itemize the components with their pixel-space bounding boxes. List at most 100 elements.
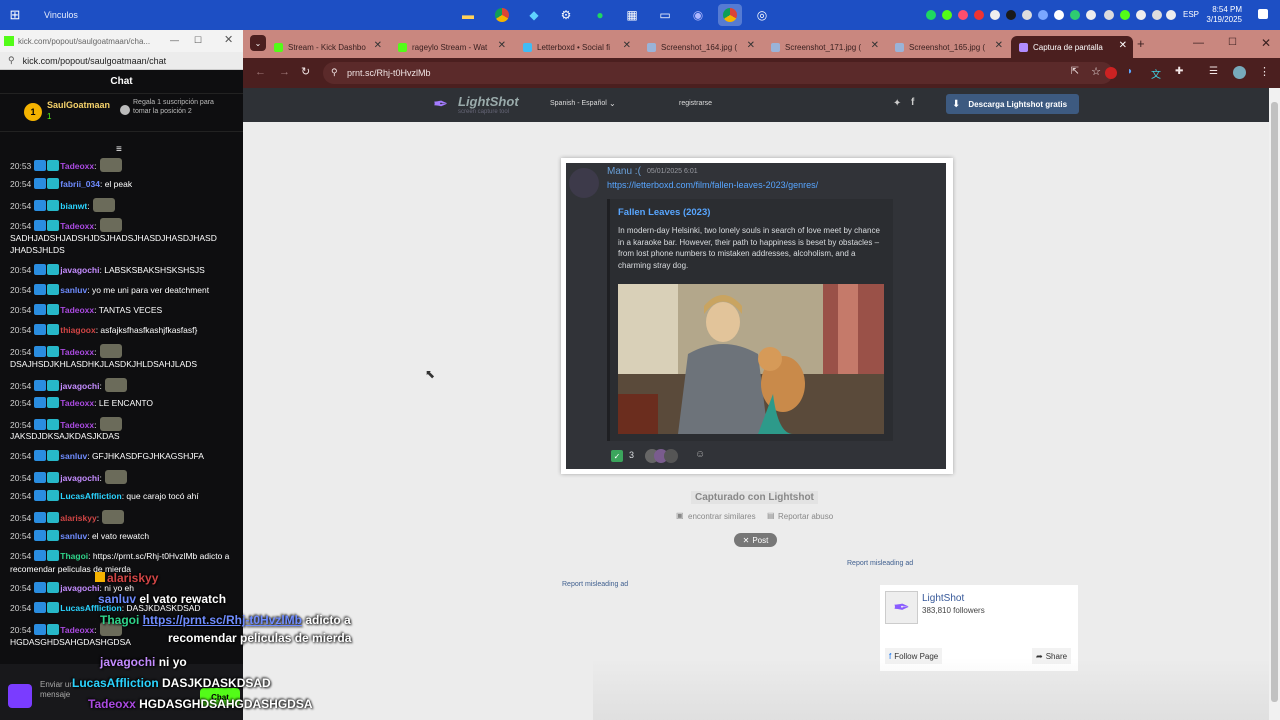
- fb-page-name[interactable]: LightShot: [922, 593, 964, 604]
- lightshot-page-icon[interactable]: ✒: [885, 591, 918, 624]
- file-explorer-icon[interactable]: ▬: [456, 4, 480, 26]
- extensions-puzzle-icon[interactable]: ✚: [1175, 66, 1183, 77]
- chat-username[interactable]: javagochi: [60, 473, 99, 483]
- network-icon[interactable]: [1166, 10, 1176, 20]
- language-select[interactable]: Spanish - Español: [550, 100, 607, 107]
- new-tab-icon[interactable]: +: [1137, 36, 1145, 51]
- report-ad-link[interactable]: Report misleading ad: [847, 560, 913, 567]
- avatar[interactable]: [1233, 66, 1246, 79]
- tray-spotify-icon[interactable]: [926, 10, 936, 20]
- report-abuse-link[interactable]: Reportar abuso: [778, 512, 833, 521]
- minimize-icon[interactable]: —: [170, 35, 179, 45]
- site-info-icon[interactable]: ⚲: [8, 55, 15, 66]
- find-similar-link[interactable]: encontrar similares: [688, 512, 756, 521]
- app-window-icon[interactable]: ▭: [653, 4, 677, 26]
- tray-app5-icon[interactable]: [1070, 10, 1080, 20]
- gear-icon[interactable]: [1086, 10, 1096, 20]
- chrome-active-icon[interactable]: [718, 4, 742, 26]
- chat-username[interactable]: Tadeoxx: [60, 398, 94, 408]
- chat-username[interactable]: javagochi: [60, 265, 99, 275]
- notification-icon[interactable]: [1258, 9, 1268, 19]
- tray-kick-icon[interactable]: [942, 10, 952, 20]
- chat-username[interactable]: Tadeoxx: [60, 161, 94, 171]
- chat-username[interactable]: fabrii_034: [60, 179, 100, 189]
- tray-record-icon[interactable]: [974, 10, 984, 20]
- discord-icon[interactable]: ◉: [686, 4, 710, 26]
- chat-username[interactable]: sanluv: [60, 451, 87, 461]
- tab-close-icon[interactable]: ✕: [623, 40, 631, 51]
- tray-nvidia-icon[interactable]: [1006, 10, 1016, 20]
- chat-username[interactable]: Tadeoxx: [60, 221, 94, 231]
- browser-tab[interactable]: Screenshot_165.jpg (✕: [887, 36, 1009, 58]
- tab-close-icon[interactable]: ✕: [374, 40, 382, 51]
- extension-2-icon[interactable]: ◗: [1127, 66, 1133, 77]
- maximize-icon[interactable]: ☐: [194, 35, 202, 46]
- steam-icon[interactable]: ⚙: [554, 4, 578, 26]
- x-post-button[interactable]: ✕ Post: [734, 533, 777, 547]
- wifi-icon[interactable]: [1136, 10, 1146, 20]
- taskbar-folder-label[interactable]: Vinculos: [44, 10, 78, 20]
- tray-app3-icon[interactable]: [1022, 10, 1032, 20]
- register-link[interactable]: registrarse: [679, 100, 712, 107]
- clock[interactable]: 8:54 PM 3/19/2025: [1206, 5, 1242, 25]
- browser-tab[interactable]: Screenshot_164.jpg (✕: [639, 36, 761, 58]
- close-icon[interactable]: ✕: [1261, 36, 1271, 50]
- mic-icon[interactable]: [1054, 10, 1064, 20]
- chat-username[interactable]: Tadeoxx: [60, 420, 94, 430]
- tray-app2-icon[interactable]: [990, 10, 1000, 20]
- tab-close-icon[interactable]: ✕: [747, 40, 755, 51]
- store-icon[interactable]: ▦: [620, 4, 644, 26]
- spotify-icon[interactable]: ●: [588, 4, 612, 26]
- scrollbar-thumb[interactable]: [1271, 102, 1278, 702]
- chat-username[interactable]: Thagoi: [60, 551, 88, 561]
- chat-username[interactable]: sanluv: [60, 531, 87, 541]
- chat-username[interactable]: javagochi: [60, 583, 99, 593]
- app-icon[interactable]: ◆: [522, 4, 546, 26]
- tray-app4-icon[interactable]: [1038, 10, 1048, 20]
- emote-menu-icon[interactable]: [8, 684, 32, 708]
- popout-address-bar[interactable]: ⚲ kick.com/popout/saulgoatmaan/chat: [0, 52, 243, 70]
- chat-username[interactable]: bianwt: [60, 201, 87, 211]
- chat-username[interactable]: Tadeoxx: [60, 347, 94, 357]
- forward-icon[interactable]: →: [279, 66, 290, 78]
- page-scrollbar[interactable]: [1269, 88, 1280, 720]
- minimize-icon[interactable]: —: [1193, 37, 1204, 49]
- report-ad-link[interactable]: Report misleading ad: [562, 581, 628, 588]
- screenshot-image[interactable]: Manu :( 05/01/2025 6:01 https://letterbo…: [561, 158, 953, 474]
- tab-close-icon[interactable]: ✕: [1119, 40, 1127, 51]
- browser-tab[interactable]: Stream - Kick Dashbo ✕: [266, 36, 388, 58]
- tab-search-icon[interactable]: ⌄: [250, 35, 266, 51]
- chat-username[interactable]: LucasAffliction: [60, 491, 121, 501]
- facebook-icon[interactable]: f: [911, 97, 914, 108]
- chat-username[interactable]: sanluv: [60, 285, 87, 295]
- back-icon[interactable]: ←: [255, 66, 266, 78]
- chrome-icon[interactable]: [490, 4, 514, 26]
- extension-icon[interactable]: [1105, 67, 1117, 79]
- chat-username[interactable]: Tadeoxx: [60, 305, 94, 315]
- chat-username[interactable]: javagochi: [60, 381, 99, 391]
- obs-icon[interactable]: ◎: [750, 4, 774, 26]
- tray-app6-icon[interactable]: [1120, 10, 1130, 20]
- menu-kebab-icon[interactable]: ⋮: [1259, 65, 1270, 78]
- chat-settings-icon[interactable]: ≡: [116, 144, 122, 155]
- windows-start-icon[interactable]: ⊞: [0, 0, 30, 30]
- lightshot-feather-icon[interactable]: ✒: [433, 94, 448, 115]
- gift-leaderboard[interactable]: 1 SaulGoatmaan 1 Regala 1 suscripción pa…: [0, 94, 243, 132]
- translate-icon[interactable]: 文: [1151, 66, 1161, 81]
- chat-username[interactable]: thiagoox: [60, 325, 95, 335]
- browser-tab[interactable]: Screenshot_171.jpg (✕: [763, 36, 885, 58]
- chat-username[interactable]: Tadeoxx: [60, 625, 94, 635]
- address-bar[interactable]: ⚲ prnt.sc/Rhj-t0HvzlMb ⇱ ☆: [323, 62, 1113, 84]
- chat-username[interactable]: alariskyy: [60, 513, 96, 523]
- language-indicator[interactable]: ESP: [1183, 10, 1199, 19]
- browser-tab[interactable]: Letterboxd • Social fi ✕: [515, 36, 637, 58]
- reading-list-icon[interactable]: ☰: [1209, 66, 1218, 77]
- tab-close-icon[interactable]: ✕: [995, 40, 1003, 51]
- language-chevron-icon[interactable]: ⌄: [609, 99, 616, 108]
- reload-icon[interactable]: ↻: [301, 65, 310, 78]
- bluetooth-icon[interactable]: [1104, 10, 1114, 20]
- maximize-icon[interactable]: ☐: [1228, 37, 1237, 48]
- site-info-icon[interactable]: ⚲: [331, 67, 338, 78]
- lightshot-logo[interactable]: LightShot: [458, 94, 519, 109]
- tray-app-icon[interactable]: [958, 10, 968, 20]
